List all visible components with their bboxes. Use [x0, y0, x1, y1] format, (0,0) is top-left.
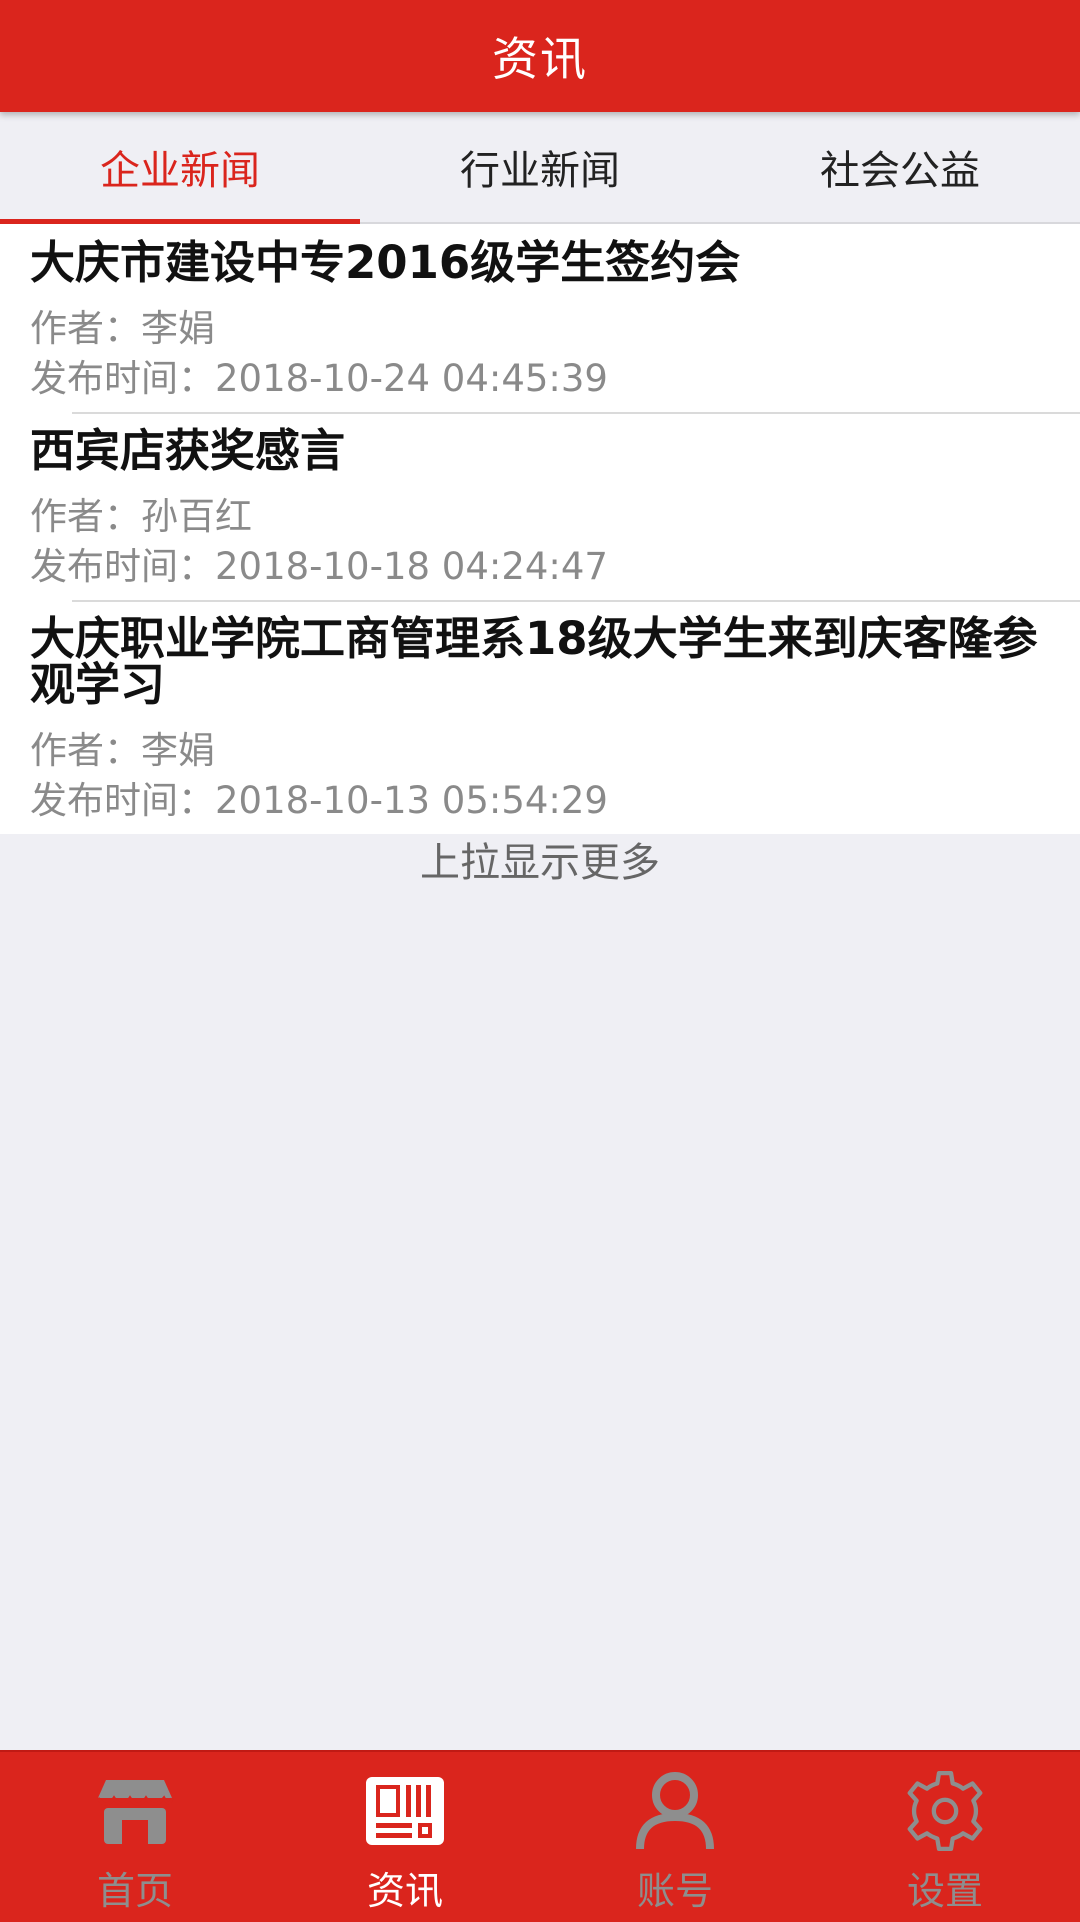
nav-news[interactable]: 资讯 [270, 1752, 540, 1922]
news-title: 大庆市建设中专2016级学生签约会 [30, 236, 741, 289]
store-icon [90, 1766, 180, 1856]
nav-account[interactable]: 账号 [540, 1752, 810, 1922]
news-item[interactable]: 西宾店获奖感言 作者：孙百红 发布时间：2018-10-18 04:24:47 [0, 412, 1080, 600]
load-more-hint[interactable]: 上拉显示更多 [0, 830, 1080, 888]
page-title: 资讯 [492, 32, 588, 86]
bottom-nav: 首页 资讯 账号 设置 [0, 1750, 1080, 1922]
nav-home[interactable]: 首页 [0, 1752, 270, 1922]
nav-settings[interactable]: 设置 [810, 1752, 1080, 1922]
tab-public-welfare[interactable]: 社会公益 [720, 112, 1080, 222]
gear-icon [900, 1766, 990, 1856]
news-time: 发布时间：2018-10-18 04:24:47 [30, 545, 608, 588]
tab-enterprise-news[interactable]: 企业新闻 [0, 112, 360, 224]
news-item[interactable]: 大庆市建设中专2016级学生签约会 作者：李娟 发布时间：2018-10-24 … [0, 224, 1080, 412]
news-time: 发布时间：2018-10-13 05:54:29 [30, 779, 608, 822]
user-icon [630, 1766, 720, 1856]
nav-home-label: 首页 [96, 1869, 173, 1913]
nav-news-label: 资讯 [366, 1869, 443, 1913]
nav-account-label: 账号 [636, 1869, 713, 1913]
news-item[interactable]: 大庆职业学院工商管理系18级大学生来到庆客隆参观学习 作者：李娟 发布时间：20… [0, 600, 1080, 834]
header-bar: 资讯 [0, 0, 1080, 112]
news-author: 作者：李娟 [30, 307, 215, 350]
tab-industry-news[interactable]: 行业新闻 [360, 112, 720, 222]
news-author: 作者：李娟 [30, 729, 215, 772]
news-list: 大庆市建设中专2016级学生签约会 作者：李娟 发布时间：2018-10-24 … [0, 224, 1080, 834]
news-author: 作者：孙百红 [30, 495, 252, 538]
news-title: 西宾店获奖感言 [30, 424, 346, 477]
nav-settings-label: 设置 [906, 1869, 983, 1913]
news-time: 发布时间：2018-10-24 04:45:39 [30, 357, 608, 400]
category-tabs: 企业新闻 行业新闻 社会公益 [0, 112, 1080, 224]
news-title: 大庆职业学院工商管理系18级大学生来到庆客隆参观学习 [30, 612, 1038, 711]
newspaper-icon [360, 1766, 450, 1856]
